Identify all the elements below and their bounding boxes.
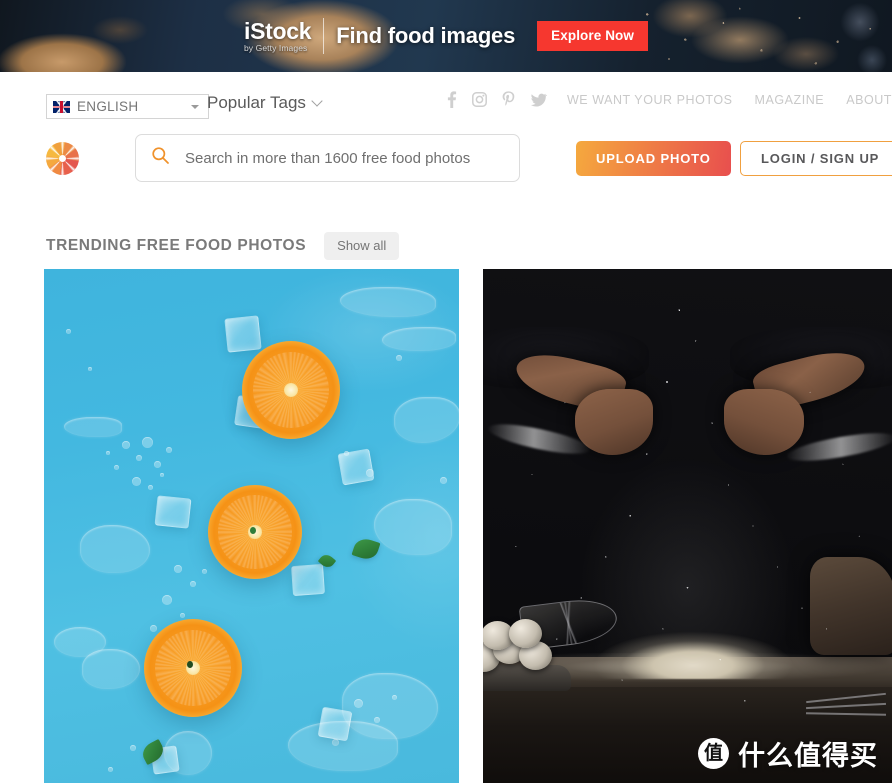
istock-wordmark: iStock xyxy=(243,17,312,44)
banner-headline: Find food images xyxy=(336,23,516,48)
banner-divider xyxy=(323,18,325,54)
nav-link-we-want-your-photos[interactable]: WE WANT YOUR PHOTOS xyxy=(567,93,733,107)
orange-slice xyxy=(242,341,340,439)
instagram-icon[interactable] xyxy=(471,92,487,107)
page-root: iStock by Getty Images Find food images … xyxy=(0,0,892,783)
photo-card-flour-hands[interactable]: 值 什么值得买 xyxy=(483,269,892,783)
smzdm-badge-icon: 值 xyxy=(698,738,729,769)
upload-photo-button[interactable]: UPLOAD PHOTO xyxy=(576,141,731,176)
search-icon xyxy=(152,147,169,169)
istock-banner-ad[interactable]: iStock by Getty Images Find food images … xyxy=(0,0,892,72)
login-signup-button[interactable]: LOGIN / SIGN UP xyxy=(740,141,892,176)
smzdm-watermark: 值 什么值得买 xyxy=(698,734,878,773)
facebook-icon[interactable] xyxy=(446,91,457,108)
language-selector[interactable]: ENGLISH xyxy=(46,94,209,119)
twitter-icon[interactable] xyxy=(530,93,547,107)
uk-flag-icon xyxy=(53,100,70,113)
show-all-button[interactable]: Show all xyxy=(324,232,400,260)
search-input[interactable] xyxy=(185,149,503,167)
photo-image-flour-hands xyxy=(483,269,892,783)
popular-tags-label: Popular Tags xyxy=(207,93,306,112)
istock-logo[interactable]: iStock by Getty Images xyxy=(243,17,312,53)
popular-tags-dropdown[interactable]: Popular Tags xyxy=(207,93,323,113)
pinterest-icon[interactable] xyxy=(502,91,515,108)
nav-link-about[interactable]: ABOUT xyxy=(846,93,892,107)
explore-now-button[interactable]: Explore Now xyxy=(537,21,649,51)
smzdm-watermark-text: 什么值得买 xyxy=(738,741,878,772)
istock-byline: by Getty Images xyxy=(243,42,308,53)
orange-slice xyxy=(144,619,242,717)
photo-card-oranges[interactable] xyxy=(44,269,459,783)
utility-nav: ENGLISH Popular Tags WE WANT YOUR PHOTOS… xyxy=(0,72,892,127)
photo-grid: 值 什么值得买 xyxy=(44,269,892,783)
language-label: ENGLISH xyxy=(77,99,139,114)
search-bar[interactable] xyxy=(135,134,520,182)
page-title: TRENDING FREE FOOD PHOTOS xyxy=(46,237,307,254)
social-links xyxy=(446,91,547,108)
nav-link-magazine[interactable]: MAGAZINE xyxy=(755,93,825,107)
photo-image-oranges xyxy=(44,269,459,783)
chevron-down-icon xyxy=(311,95,323,107)
section-header: TRENDING FREE FOOD PHOTOS Show all xyxy=(46,232,400,260)
caret-down-icon xyxy=(191,104,199,109)
aperture-logo-icon[interactable] xyxy=(46,142,79,175)
